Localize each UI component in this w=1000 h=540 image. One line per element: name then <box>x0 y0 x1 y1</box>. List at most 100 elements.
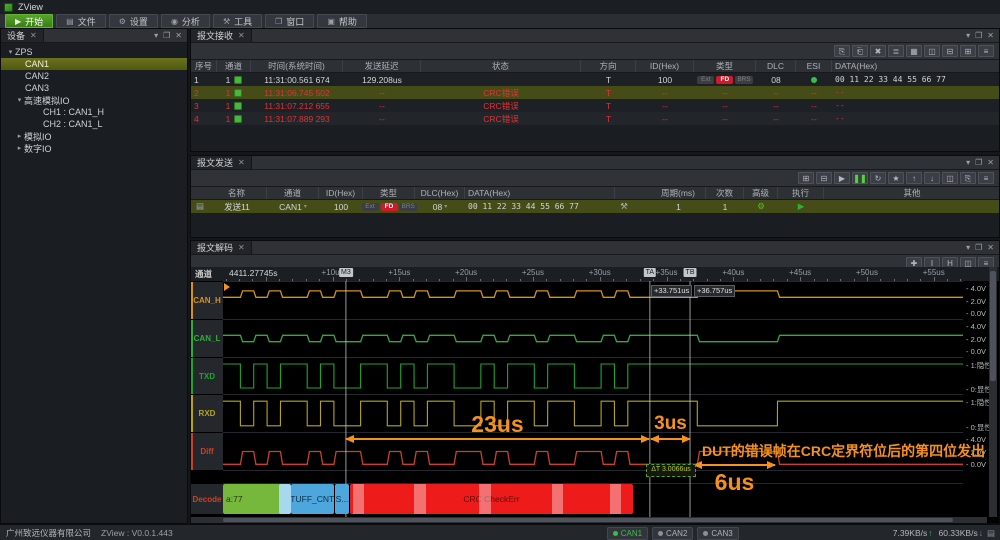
horizontal-scrollbar[interactable] <box>191 517 987 523</box>
add-icon[interactable]: ⊞ <box>798 172 814 184</box>
execute-play-icon[interactable]: ▶ <box>798 201 805 212</box>
status-channel-CAN3[interactable]: CAN3 <box>697 527 738 540</box>
vertical-scrollbar[interactable] <box>989 267 997 517</box>
expander-icon[interactable]: ▾ <box>6 48 15 56</box>
copy-icon[interactable]: ◫ <box>942 172 958 184</box>
tree-item-ch1-can1-h[interactable]: CH1 : CAN1_H <box>1 106 187 118</box>
tree-item-ch2-can1-l[interactable]: CH2 : CAN1_L <box>1 118 187 130</box>
receive-row-4[interactable]: 4111:31:07.889 293--CRC错误T---------- <box>191 112 999 125</box>
start-all-icon[interactable]: ▶ <box>834 172 850 184</box>
menu-item-分析[interactable]: ◉分析 <box>161 14 210 28</box>
close-icon[interactable]: ✕ <box>987 31 994 40</box>
menu-item-开始[interactable]: ▶开始 <box>5 14 53 28</box>
expander-icon[interactable]: ▸ <box>15 144 24 152</box>
tree-item-can1[interactable]: CAN1 <box>1 58 187 70</box>
dropdown-icon[interactable]: ▾ <box>966 31 970 40</box>
open-icon[interactable]: ⎗ <box>852 45 868 57</box>
close-icon[interactable]: ✕ <box>30 31 37 40</box>
collapse-icon[interactable]: ⊟ <box>942 45 958 57</box>
receive-row-2[interactable]: 2111:31:06.745 502--CRC错误T---------- <box>191 86 999 99</box>
scrollbar-thumb[interactable] <box>990 271 996 381</box>
move-down-icon[interactable]: ↓ <box>924 172 940 184</box>
columns-icon[interactable]: ◫ <box>924 45 940 57</box>
tree-item-can3[interactable]: CAN3 <box>1 82 187 94</box>
decode-block-STUFF-CNT-6[interactable]: STUFF_CNT:6 <box>291 484 334 514</box>
menu-item-文件[interactable]: ▤文件 <box>56 14 106 28</box>
save-icon[interactable]: ⎘ <box>834 45 850 57</box>
scrollbar-thumb[interactable] <box>223 518 953 522</box>
channel-label-CAN_H[interactable]: CAN_H <box>191 282 223 319</box>
type-badge-Ext: Ext <box>697 76 714 84</box>
decode-block-S-[interactable]: S... <box>335 484 349 514</box>
favorite-icon[interactable]: ★ <box>888 172 904 184</box>
close-icon[interactable]: ✕ <box>987 158 994 167</box>
decode-panel-bar: 报文解码 ✕ ▾ ❐ ✕ <box>191 241 999 255</box>
menu-icon[interactable]: ≡ <box>978 45 994 57</box>
close-icon[interactable]: ✕ <box>238 158 245 167</box>
tree-item--io[interactable]: ▾高速模拟IO <box>1 94 187 106</box>
close-icon[interactable]: ✕ <box>175 31 182 40</box>
decode-block[interactable] <box>279 484 291 514</box>
tree-item-can2[interactable]: CAN2 <box>1 70 187 82</box>
advanced-gear-icon[interactable]: ⚙ <box>757 201 765 212</box>
decode-block-a-77[interactable]: a:77 <box>223 484 282 514</box>
float-icon[interactable]: ❐ <box>975 158 982 167</box>
tree-item--io[interactable]: ▸数字IO <box>1 142 187 154</box>
filter-icon[interactable]: ▦ <box>906 45 922 57</box>
tab-receive[interactable]: 报文接收 ✕ <box>191 29 252 42</box>
receive-row-1[interactable]: 1111:31:00.561 674129.208usT100ExtFDBRS0… <box>191 73 999 86</box>
tab-send[interactable]: 报文发送 ✕ <box>191 156 252 169</box>
receive-row-3[interactable]: 3111:31:07.212 655--CRC错误T---------- <box>191 99 999 112</box>
menu-item-工具[interactable]: ⚒工具 <box>213 14 262 28</box>
dropdown-icon[interactable]: ▾ <box>966 158 970 167</box>
channel-label-CAN_L[interactable]: CAN_L <box>191 320 223 357</box>
timeline-ruler[interactable]: 通道4411.27745s+10us+15us+20us+25us+30us+3… <box>191 267 999 282</box>
status-channel-CAN2[interactable]: CAN2 <box>652 527 693 540</box>
menu-item-设置[interactable]: ⚙设置 <box>109 14 158 28</box>
pause-icon[interactable]: ❚❚ <box>852 172 868 184</box>
expander-icon[interactable]: ▾ <box>15 96 24 104</box>
expander-icon[interactable]: ▸ <box>15 132 24 140</box>
menu-item-帮助[interactable]: ▣帮助 <box>317 14 367 28</box>
channel-label-decode[interactable]: Decode <box>191 484 223 514</box>
channel-label-TXD[interactable]: TXD <box>191 358 223 394</box>
menu-icon[interactable]: ≡ <box>978 172 994 184</box>
decode-block-CRC-CheckErr[interactable]: CRC CheckErr <box>350 484 633 514</box>
scroll-lock-icon[interactable]: ≣ <box>888 45 904 57</box>
marker-flag-TB[interactable]: TB <box>684 268 697 277</box>
channel-dropdown-icon[interactable]: ▾ <box>304 203 307 210</box>
close-icon[interactable]: ✕ <box>238 31 245 40</box>
dlc-dropdown-icon[interactable]: ▾ <box>444 203 447 210</box>
cell: -- <box>636 99 694 112</box>
status-channel-CAN1[interactable]: CAN1 <box>607 527 648 540</box>
cell: -- <box>796 86 832 99</box>
dropdown-icon[interactable]: ▾ <box>154 31 158 40</box>
axis-label: - 4.0V <box>966 322 986 331</box>
send-row[interactable]: ▤发送11CAN1▾100ExtFDBRS08▾00 11 22 33 44 5… <box>191 200 999 213</box>
float-icon[interactable]: ❐ <box>975 243 982 252</box>
channel-label-Diff[interactable]: Diff <box>191 433 223 470</box>
tree-item-zps[interactable]: ▾ZPS <box>1 46 187 58</box>
move-up-icon[interactable]: ↑ <box>906 172 922 184</box>
column-header: ID(Hex) <box>319 187 363 199</box>
marker-flag-M3[interactable]: M3 <box>339 268 353 277</box>
tree-item--io[interactable]: ▸模拟IO <box>1 130 187 142</box>
clear-icon[interactable]: ✖ <box>870 45 886 57</box>
loop-icon[interactable]: ↻ <box>870 172 886 184</box>
tab-decode[interactable]: 报文解码 ✕ <box>191 241 252 254</box>
menu-item-窗口[interactable]: ❐窗口 <box>265 14 314 28</box>
channel-label-RXD[interactable]: RXD <box>191 395 223 432</box>
close-icon[interactable]: ✕ <box>238 243 245 252</box>
remove-icon[interactable]: ⊟ <box>816 172 832 184</box>
dropdown-icon[interactable]: ▾ <box>966 243 970 252</box>
float-icon[interactable]: ❐ <box>975 31 982 40</box>
close-icon[interactable]: ✕ <box>987 243 994 252</box>
marker-flag-TA[interactable]: TA <box>644 268 656 277</box>
edit-data-icon[interactable]: ⚒ <box>616 200 632 213</box>
float-icon[interactable]: ❐ <box>163 31 170 40</box>
tab-device[interactable]: 设备 ✕ <box>1 29 44 42</box>
paste-icon[interactable]: ⎘ <box>960 172 976 184</box>
wave-TXD <box>223 364 963 388</box>
expand-icon[interactable]: ⊞ <box>960 45 976 57</box>
decode-panel: 报文解码 ✕ ▾ ❐ ✕ ✚IH◫≡ 通道4411.27745s+10us+15… <box>190 240 1000 524</box>
